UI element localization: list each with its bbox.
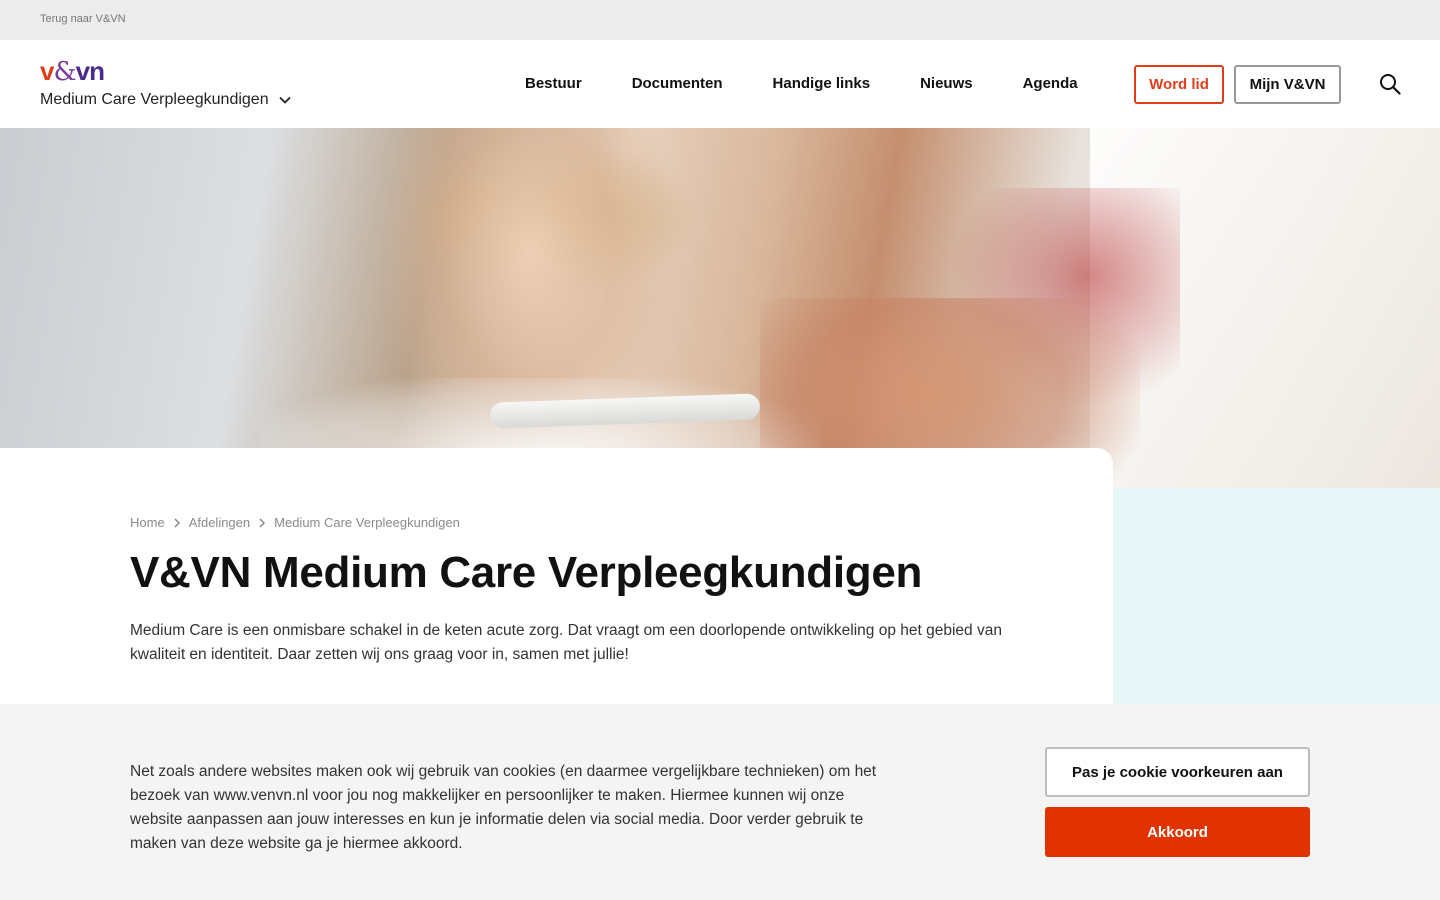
- nav-agenda[interactable]: Agenda: [1023, 75, 1078, 92]
- breadcrumb-home[interactable]: Home: [130, 515, 165, 530]
- breadcrumb-afdelingen[interactable]: Afdelingen: [189, 515, 250, 530]
- back-to-venvn-link[interactable]: Terug naar V&VN: [40, 13, 126, 25]
- hero-image: [0, 128, 1440, 488]
- intro-card: Home Afdelingen Medium Care Verpleegkund…: [0, 448, 1113, 704]
- chevron-right-icon: [259, 517, 266, 528]
- cookie-accept-button[interactable]: Akkoord: [1045, 807, 1310, 857]
- main-nav: Bestuur Documenten Handige links Nieuws …: [525, 75, 1128, 92]
- nav-bestuur[interactable]: Bestuur: [525, 75, 582, 92]
- site-header: v & vn Medium Care Verpleegkundigen Bestuu…: [0, 40, 1440, 128]
- top-utility-bar: Terug naar V&VN: [0, 0, 1440, 40]
- mijn-venvn-button[interactable]: Mijn V&VN: [1234, 65, 1341, 104]
- breadcrumb: Home Afdelingen Medium Care Verpleegkund…: [130, 515, 460, 530]
- nav-handige-links[interactable]: Handige links: [773, 75, 871, 92]
- cookie-banner: Net zoals andere websites maken ook wij …: [0, 704, 1440, 900]
- breadcrumb-current: Medium Care Verpleegkundigen: [274, 515, 460, 530]
- search-icon[interactable]: [1379, 73, 1401, 95]
- cookie-text: Net zoals andere websites maken ook wij …: [130, 763, 877, 852]
- department-selector[interactable]: Medium Care Verpleegkundigen: [40, 91, 291, 109]
- chevron-right-icon: [174, 517, 180, 528]
- department-label: Medium Care Verpleegkundigen: [40, 91, 269, 108]
- logo-v: v: [40, 56, 55, 86]
- aqua-side-panel: [1113, 488, 1440, 704]
- logo-ampersand: &: [53, 57, 76, 87]
- word-lid-button[interactable]: Word lid: [1134, 65, 1224, 104]
- page-title: V&VN Medium Care Verpleegkundigen: [130, 548, 923, 597]
- nav-nieuws[interactable]: Nieuws: [920, 75, 973, 92]
- nav-documenten[interactable]: Documenten: [632, 75, 723, 92]
- chevron-down-icon: [278, 96, 291, 104]
- cookie-preferences-button[interactable]: Pas je cookie voorkeuren aan: [1045, 747, 1310, 797]
- venvn-logo[interactable]: v & vn: [40, 56, 105, 87]
- logo-vn: vn: [75, 56, 105, 86]
- page-intro: Medium Care is een onmisbare schakel in …: [130, 622, 1002, 663]
